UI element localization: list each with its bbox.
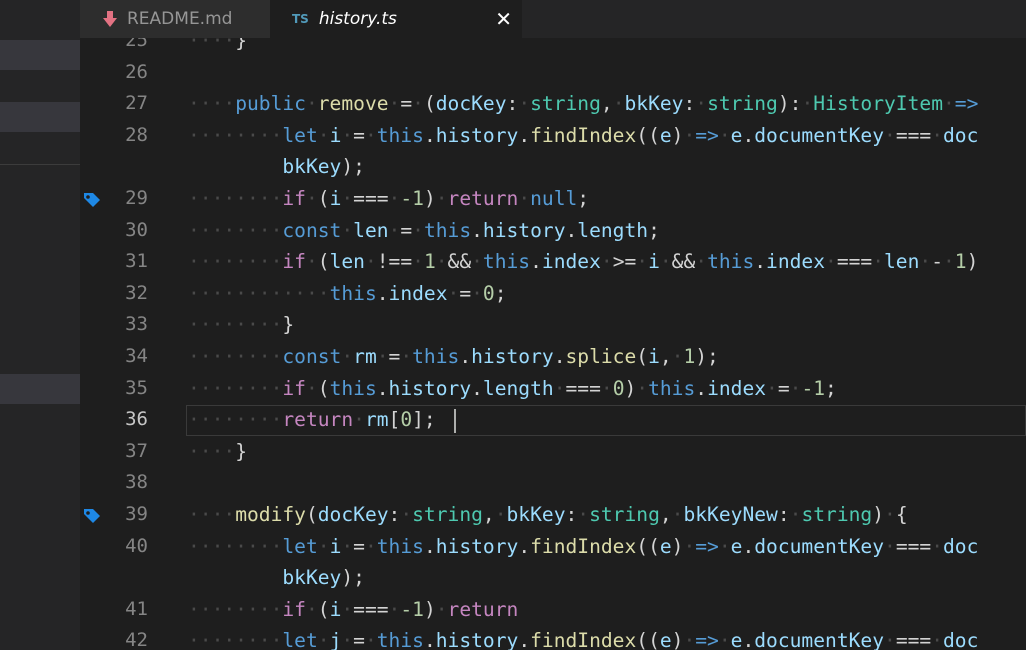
code-line[interactable]: bkKey); <box>80 563 1026 594</box>
code-text: ············this.index·=·0; <box>188 281 507 305</box>
tab-bar: README.md TS history.ts ✕ <box>80 0 1026 38</box>
line-number: 39 <box>125 503 148 525</box>
code-line[interactable]: 28 ········let·i·=·this.history.findIndex… <box>80 121 1026 152</box>
code-text: ····public·remove·=·(docKey:·string,·bkK… <box>188 92 979 116</box>
close-icon[interactable]: ✕ <box>495 0 512 38</box>
line-number: 31 <box>125 250 148 273</box>
code-line[interactable]: 27 ····public·remove·=·(docKey:·string,·b… <box>80 89 1026 120</box>
code-text: ····} <box>188 439 247 463</box>
line-number: 35 <box>125 376 148 399</box>
code-text: ········if·(this.history.length·===·0)·t… <box>188 376 837 400</box>
line-number: 33 <box>125 313 148 336</box>
code-line[interactable]: 26 <box>80 58 1026 89</box>
bookmark-icon[interactable] <box>82 507 102 525</box>
code-text: ········if·(len·!==·1·&&·this.index·>=·i… <box>188 250 979 274</box>
sidebar <box>0 0 80 650</box>
code-line[interactable]: 39 ····modify(docKey:·string,·bkKey:·stri… <box>80 500 1026 531</box>
code-line[interactable]: 31 ········if·(len·!==·1·&&·this.index·>=… <box>80 247 1026 278</box>
line-number: 29 <box>125 187 148 209</box>
code-text: bkKey); <box>282 155 365 179</box>
code-line[interactable]: 34 ········const·rm·=·this.history.splice… <box>80 342 1026 373</box>
code-text: ········if·(i·===·-1)·return <box>188 597 519 621</box>
line-number: 38 <box>125 471 148 494</box>
code-text: ····} <box>188 38 247 52</box>
code-line[interactable]: 38 <box>80 468 1026 499</box>
markdown-icon <box>100 9 120 29</box>
tab-readme[interactable]: README.md <box>80 0 270 38</box>
sidebar-item-selected[interactable] <box>0 102 80 132</box>
sidebar-item[interactable] <box>0 40 80 70</box>
code-line[interactable]: 32 ············this.index·=·0; <box>80 279 1026 310</box>
line-number: 27 <box>125 92 148 115</box>
bookmark-icon[interactable] <box>82 191 102 209</box>
tab-history-ts[interactable]: TS history.ts ✕ <box>270 0 522 38</box>
code-line[interactable]: 33 ········} <box>80 310 1026 341</box>
code-editor[interactable]: 25 ····} 26 27 ····public·remove·=·(docKey:·… <box>80 38 1026 650</box>
line-number: 28 <box>125 123 148 146</box>
line-number: 32 <box>125 281 148 304</box>
code-line[interactable]: 29 ········if·(i·===·-1)·return·null; <box>80 184 1026 215</box>
code-text: ········if·(i·===·-1)·return·null; <box>188 187 590 210</box>
line-number: 37 <box>125 439 148 462</box>
line-number: 26 <box>125 60 148 83</box>
code-text: ········const·rm·=·this.history.splice(i… <box>188 345 719 368</box>
sidebar-item[interactable] <box>0 374 80 404</box>
code-line[interactable]: 25 ····} <box>80 38 1026 57</box>
code-line[interactable]: 36 ········return·rm[0]; <box>80 405 1026 437</box>
code-line[interactable]: 30 ········const·len·=·this.history.lengt… <box>80 216 1026 247</box>
code-text: bkKey); <box>282 566 365 590</box>
code-line[interactable]: 41 ········if·(i·===·-1)·return <box>80 595 1026 626</box>
code-text: ········let·j·=·this.history.findIndex((… <box>188 629 979 650</box>
line-number: 41 <box>125 597 148 620</box>
typescript-icon: TS <box>292 12 309 26</box>
code-line[interactable]: 35 ········if·(this.history.length·===·0)… <box>80 374 1026 405</box>
code-text: ········return·rm[0]; <box>188 408 436 432</box>
code-text: ········} <box>188 313 295 337</box>
tab-label: README.md <box>127 9 233 29</box>
code-text: ········let·i·=·this.history.findIndex((… <box>188 123 979 147</box>
line-number: 25 <box>125 38 148 51</box>
text-cursor <box>454 409 456 434</box>
line-number: 40 <box>125 534 148 557</box>
code-line[interactable]: 37 ····} <box>80 437 1026 468</box>
line-number: 36 <box>125 408 148 431</box>
line-number: 34 <box>125 345 148 367</box>
sidebar-divider <box>0 164 80 165</box>
code-line[interactable]: 40 ········let·i·=·this.history.findIndex… <box>80 532 1026 563</box>
code-text: ····modify(docKey:·string,·bkKey:·string… <box>188 503 908 526</box>
code-text: ········const·len·=·this.history.length; <box>188 218 660 242</box>
line-number: 30 <box>125 218 148 241</box>
code-line[interactable]: bkKey); <box>80 152 1026 183</box>
code-text: ········let·i·=·this.history.findIndex((… <box>188 534 979 558</box>
tab-label: history.ts <box>318 9 397 29</box>
code-line[interactable]: 42 ········let·j·=·this.history.findIndex… <box>80 626 1026 650</box>
line-number: 42 <box>125 629 148 650</box>
